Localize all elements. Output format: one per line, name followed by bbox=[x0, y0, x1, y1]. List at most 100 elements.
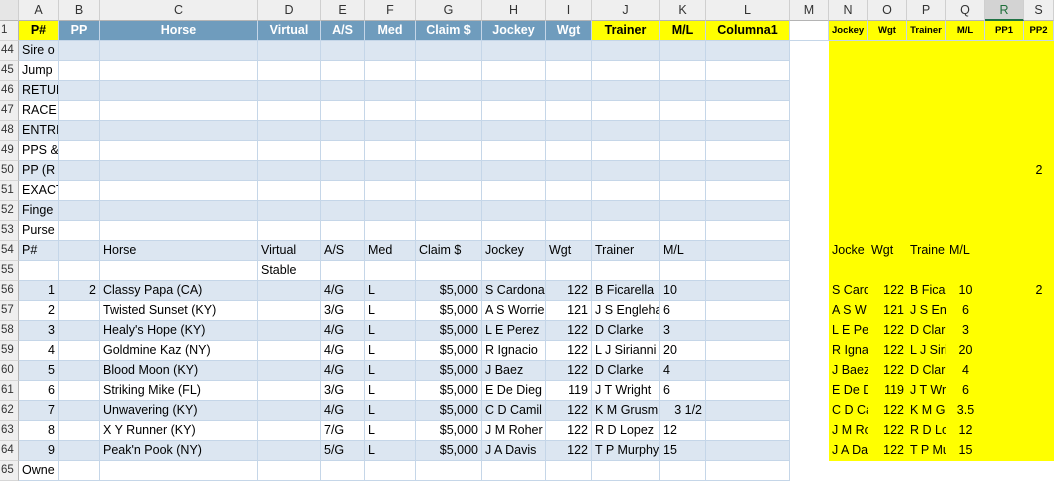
weight-short-cell[interactable]: 122 bbox=[868, 421, 907, 441]
weight-cell[interactable]: 122 bbox=[546, 321, 592, 341]
medication-cell[interactable]: L bbox=[365, 281, 416, 301]
columna1-cell[interactable] bbox=[706, 381, 790, 401]
cell-g45[interactable] bbox=[416, 61, 482, 81]
weight-short-cell[interactable]: 122 bbox=[868, 401, 907, 421]
cell-b53[interactable] bbox=[59, 221, 100, 241]
cell-c65[interactable] bbox=[100, 461, 258, 481]
cell-k51[interactable] bbox=[660, 181, 706, 201]
column-header-l[interactable]: L bbox=[706, 0, 790, 21]
cell-h46[interactable] bbox=[482, 81, 546, 101]
section-label-cell[interactable]: PP (R bbox=[19, 161, 59, 181]
cell-f65[interactable] bbox=[365, 461, 416, 481]
cell-j55[interactable] bbox=[592, 261, 660, 281]
row-header-47[interactable]: 47 bbox=[0, 101, 19, 121]
cell-j48[interactable] bbox=[592, 121, 660, 141]
claim-cell[interactable]: $5,000 bbox=[416, 321, 482, 341]
virtual-cell[interactable] bbox=[258, 321, 321, 341]
cell-d51[interactable] bbox=[258, 181, 321, 201]
cell-f53[interactable] bbox=[365, 221, 416, 241]
column-header-e[interactable]: E bbox=[321, 0, 365, 21]
weight-cell[interactable]: 122 bbox=[546, 341, 592, 361]
trainer-cell[interactable]: J T Wright bbox=[592, 381, 660, 401]
cell-g54[interactable]: Claim $ bbox=[416, 241, 482, 261]
cell-g52[interactable] bbox=[416, 201, 482, 221]
trainer-short-cell[interactable]: K M G bbox=[907, 401, 946, 421]
section-label-cell[interactable]: EXACT bbox=[19, 181, 59, 201]
ml-numeric-cell[interactable]: 6 bbox=[946, 301, 985, 321]
cell-f46[interactable] bbox=[365, 81, 416, 101]
pp2-cell[interactable] bbox=[1024, 401, 1054, 421]
post-number-cell[interactable]: 3 bbox=[19, 321, 59, 341]
post-number-cell[interactable]: 9 bbox=[19, 441, 59, 461]
horse-name-cell[interactable]: Peak'n Pook (NY) bbox=[100, 441, 258, 461]
virtual-cell[interactable] bbox=[258, 441, 321, 461]
cell-i46[interactable] bbox=[546, 81, 592, 101]
columna1-cell[interactable] bbox=[706, 281, 790, 301]
cell-l55[interactable] bbox=[706, 261, 790, 281]
cell-n54[interactable]: Jocke bbox=[829, 241, 868, 261]
cell-h50[interactable] bbox=[482, 161, 546, 181]
age-sex-cell[interactable]: 4/G bbox=[321, 361, 365, 381]
column-header-k[interactable]: K bbox=[660, 0, 706, 21]
header-cell-r[interactable]: PP1 bbox=[985, 21, 1024, 41]
jockey-cell[interactable]: L E Perez bbox=[482, 321, 546, 341]
jockey-short-cell[interactable]: J M Ro bbox=[829, 421, 868, 441]
claim-cell[interactable]: $5,000 bbox=[416, 401, 482, 421]
weight-short-cell[interactable]: 122 bbox=[868, 321, 907, 341]
ml-numeric-cell[interactable]: 15 bbox=[946, 441, 985, 461]
cell-g65[interactable] bbox=[416, 461, 482, 481]
ml-numeric-cell[interactable]: 3.5 bbox=[946, 401, 985, 421]
cell-j53[interactable] bbox=[592, 221, 660, 241]
cell-e65[interactable] bbox=[321, 461, 365, 481]
cell-c47[interactable] bbox=[100, 101, 258, 121]
trainer-cell[interactable]: D Clarke bbox=[592, 361, 660, 381]
medication-cell[interactable]: L bbox=[365, 441, 416, 461]
column-header-p[interactable]: P bbox=[907, 0, 946, 21]
row-header-1[interactable]: 1 bbox=[0, 21, 19, 41]
morning-line-cell[interactable]: 4 bbox=[660, 361, 706, 381]
post-number-cell[interactable]: 1 bbox=[19, 281, 59, 301]
cell-k55[interactable] bbox=[660, 261, 706, 281]
header-cell-l[interactable]: Columna1 bbox=[706, 21, 790, 41]
pp2-cell[interactable] bbox=[1024, 341, 1054, 361]
cell-d45[interactable] bbox=[258, 61, 321, 81]
jockey-short-cell[interactable]: J Baez bbox=[829, 361, 868, 381]
jockey-short-cell[interactable]: C D Ca bbox=[829, 401, 868, 421]
header-cell-d[interactable]: Virtual bbox=[258, 21, 321, 41]
column-header-h[interactable]: H bbox=[482, 0, 546, 21]
trainer-cell[interactable]: B Ficarella bbox=[592, 281, 660, 301]
trainer-short-cell[interactable]: R D Lo bbox=[907, 421, 946, 441]
row-header-49[interactable]: 49 bbox=[0, 141, 19, 161]
columna1-cell[interactable] bbox=[706, 301, 790, 321]
morning-line-cell[interactable]: 6 bbox=[660, 381, 706, 401]
cell-l52[interactable] bbox=[706, 201, 790, 221]
post-number-cell[interactable]: 2 bbox=[19, 301, 59, 321]
post-number-cell[interactable]: 6 bbox=[19, 381, 59, 401]
cell-j49[interactable] bbox=[592, 141, 660, 161]
horse-name-cell[interactable]: Blood Moon (KY) bbox=[100, 361, 258, 381]
cell-d53[interactable] bbox=[258, 221, 321, 241]
cell-h55[interactable] bbox=[482, 261, 546, 281]
cell-j52[interactable] bbox=[592, 201, 660, 221]
cell-f44[interactable] bbox=[365, 41, 416, 61]
jockey-short-cell[interactable]: R Igna bbox=[829, 341, 868, 361]
pp2-cell[interactable] bbox=[1024, 321, 1054, 341]
jockey-cell[interactable]: A S Worrie bbox=[482, 301, 546, 321]
cell-l44[interactable] bbox=[706, 41, 790, 61]
header-cell-p[interactable]: Trainer bbox=[907, 21, 946, 41]
cell-h45[interactable] bbox=[482, 61, 546, 81]
ml-numeric-cell[interactable]: 6 bbox=[946, 381, 985, 401]
trainer-cell[interactable]: R D Lopez bbox=[592, 421, 660, 441]
row-header-62[interactable]: 62 bbox=[0, 401, 19, 421]
cell-h65[interactable] bbox=[482, 461, 546, 481]
cell-k53[interactable] bbox=[660, 221, 706, 241]
post-position-cell[interactable] bbox=[59, 361, 100, 381]
age-sex-cell[interactable]: 4/G bbox=[321, 401, 365, 421]
cell-b50[interactable] bbox=[59, 161, 100, 181]
columna1-cell[interactable] bbox=[706, 401, 790, 421]
cell-d44[interactable] bbox=[258, 41, 321, 61]
morning-line-cell[interactable]: 15 bbox=[660, 441, 706, 461]
cell-d50[interactable] bbox=[258, 161, 321, 181]
cell-h51[interactable] bbox=[482, 181, 546, 201]
column-header-r[interactable]: R bbox=[985, 0, 1024, 21]
